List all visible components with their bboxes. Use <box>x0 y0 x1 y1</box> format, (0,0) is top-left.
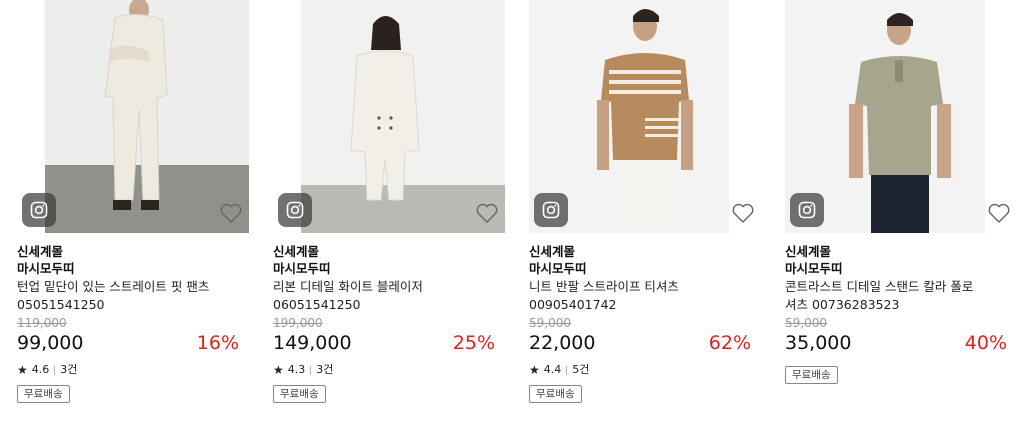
brand-name: 신세계몰 <box>529 244 576 259</box>
product-name[interactable]: 턴업 밑단이 있는 스트레이트 핏 팬츠 05051541250 <box>17 278 217 314</box>
heart-outline-icon[interactable] <box>731 201 755 225</box>
star-icon: ★ <box>273 363 284 377</box>
product-name[interactable]: 콘트라스트 디테일 스탠드 칼라 폴로 셔츠 00736283523 <box>785 278 985 314</box>
rating-score: 4.4 <box>543 363 562 376</box>
free-shipping-badge: 무료배송 <box>273 385 326 403</box>
rating-score: 4.3 <box>287 363 306 376</box>
product-name[interactable]: 니트 반팔 스트라이프 티셔츠 00905401742 <box>529 278 729 314</box>
sale-price: 22,000 <box>529 332 596 354</box>
seller-name: 마시모두띠 <box>529 261 587 276</box>
brand-name: 신세계몰 <box>17 244 64 259</box>
discount-rate: 16% <box>196 332 239 354</box>
free-shipping-badge: 무료배송 <box>785 366 838 384</box>
product-image[interactable] <box>273 0 505 233</box>
instagram-icon <box>798 201 816 219</box>
discount-rate: 25% <box>452 332 495 354</box>
divider <box>566 365 568 375</box>
star-icon: ★ <box>529 363 540 377</box>
original-price: 59,000 <box>785 316 827 330</box>
heart-outline-icon[interactable] <box>987 201 1011 225</box>
instagram-button[interactable] <box>534 193 568 227</box>
heart-outline-icon[interactable] <box>475 201 499 225</box>
discount-rate: 40% <box>964 332 1007 354</box>
original-price: 199,000 <box>273 316 323 330</box>
price-row: 35,000 40% <box>785 330 1017 356</box>
product-image[interactable] <box>785 0 1017 233</box>
brand-name: 신세계몰 <box>785 244 832 259</box>
instagram-button[interactable] <box>790 193 824 227</box>
free-shipping-badge: 무료배송 <box>17 385 70 403</box>
free-shipping-badge: 무료배송 <box>529 385 582 403</box>
review-count: 3건 <box>316 363 334 376</box>
rating-summary: ★ 4.6 3건 <box>17 362 249 378</box>
instagram-button[interactable] <box>22 193 56 227</box>
price-row: 22,000 62% <box>529 330 761 356</box>
seller-name: 마시모두띠 <box>273 261 331 276</box>
instagram-icon <box>542 201 560 219</box>
sale-price: 99,000 <box>17 332 84 354</box>
rating-summary: ★ 4.3 3건 <box>273 362 505 378</box>
sale-price: 35,000 <box>785 332 852 354</box>
star-icon: ★ <box>17 363 28 377</box>
original-price: 59,000 <box>529 316 571 330</box>
brand-name: 신세계몰 <box>273 244 320 259</box>
product-card[interactable]: 신세계몰 마시모두띠 니트 반팔 스트라이프 티셔츠 00905401742 5… <box>529 0 761 403</box>
instagram-icon <box>286 201 304 219</box>
instagram-icon <box>30 201 48 219</box>
review-count: 3건 <box>60 363 78 376</box>
product-image[interactable] <box>17 0 249 233</box>
product-card[interactable]: 신세계몰 마시모두띠 턴업 밑단이 있는 스트레이트 핏 팬츠 05051541… <box>17 0 249 403</box>
seller-name: 마시모두띠 <box>785 261 843 276</box>
seller-name: 마시모두띠 <box>17 261 75 276</box>
rating-score: 4.6 <box>31 363 50 376</box>
product-card[interactable]: 신세계몰 마시모두띠 콘트라스트 디테일 스탠드 칼라 폴로 셔츠 007362… <box>785 0 1017 384</box>
review-count: 5건 <box>572 363 590 376</box>
product-name[interactable]: 리본 디테일 화이트 블레이저 06051541250 <box>273 278 473 314</box>
product-image[interactable] <box>529 0 761 233</box>
heart-outline-icon[interactable] <box>219 201 243 225</box>
price-row: 149,000 25% <box>273 330 505 356</box>
product-grid: 신세계몰 마시모두띠 턴업 밑단이 있는 스트레이트 핏 팬츠 05051541… <box>0 0 1021 425</box>
instagram-button[interactable] <box>278 193 312 227</box>
divider <box>54 365 56 375</box>
price-row: 99,000 16% <box>17 330 249 356</box>
product-card[interactable]: 신세계몰 마시모두띠 리본 디테일 화이트 블레이저 06051541250 1… <box>273 0 505 403</box>
sale-price: 149,000 <box>273 332 352 354</box>
rating-summary: ★ 4.4 5건 <box>529 362 761 378</box>
original-price: 119,000 <box>17 316 67 330</box>
divider <box>310 365 312 375</box>
discount-rate: 62% <box>708 332 751 354</box>
